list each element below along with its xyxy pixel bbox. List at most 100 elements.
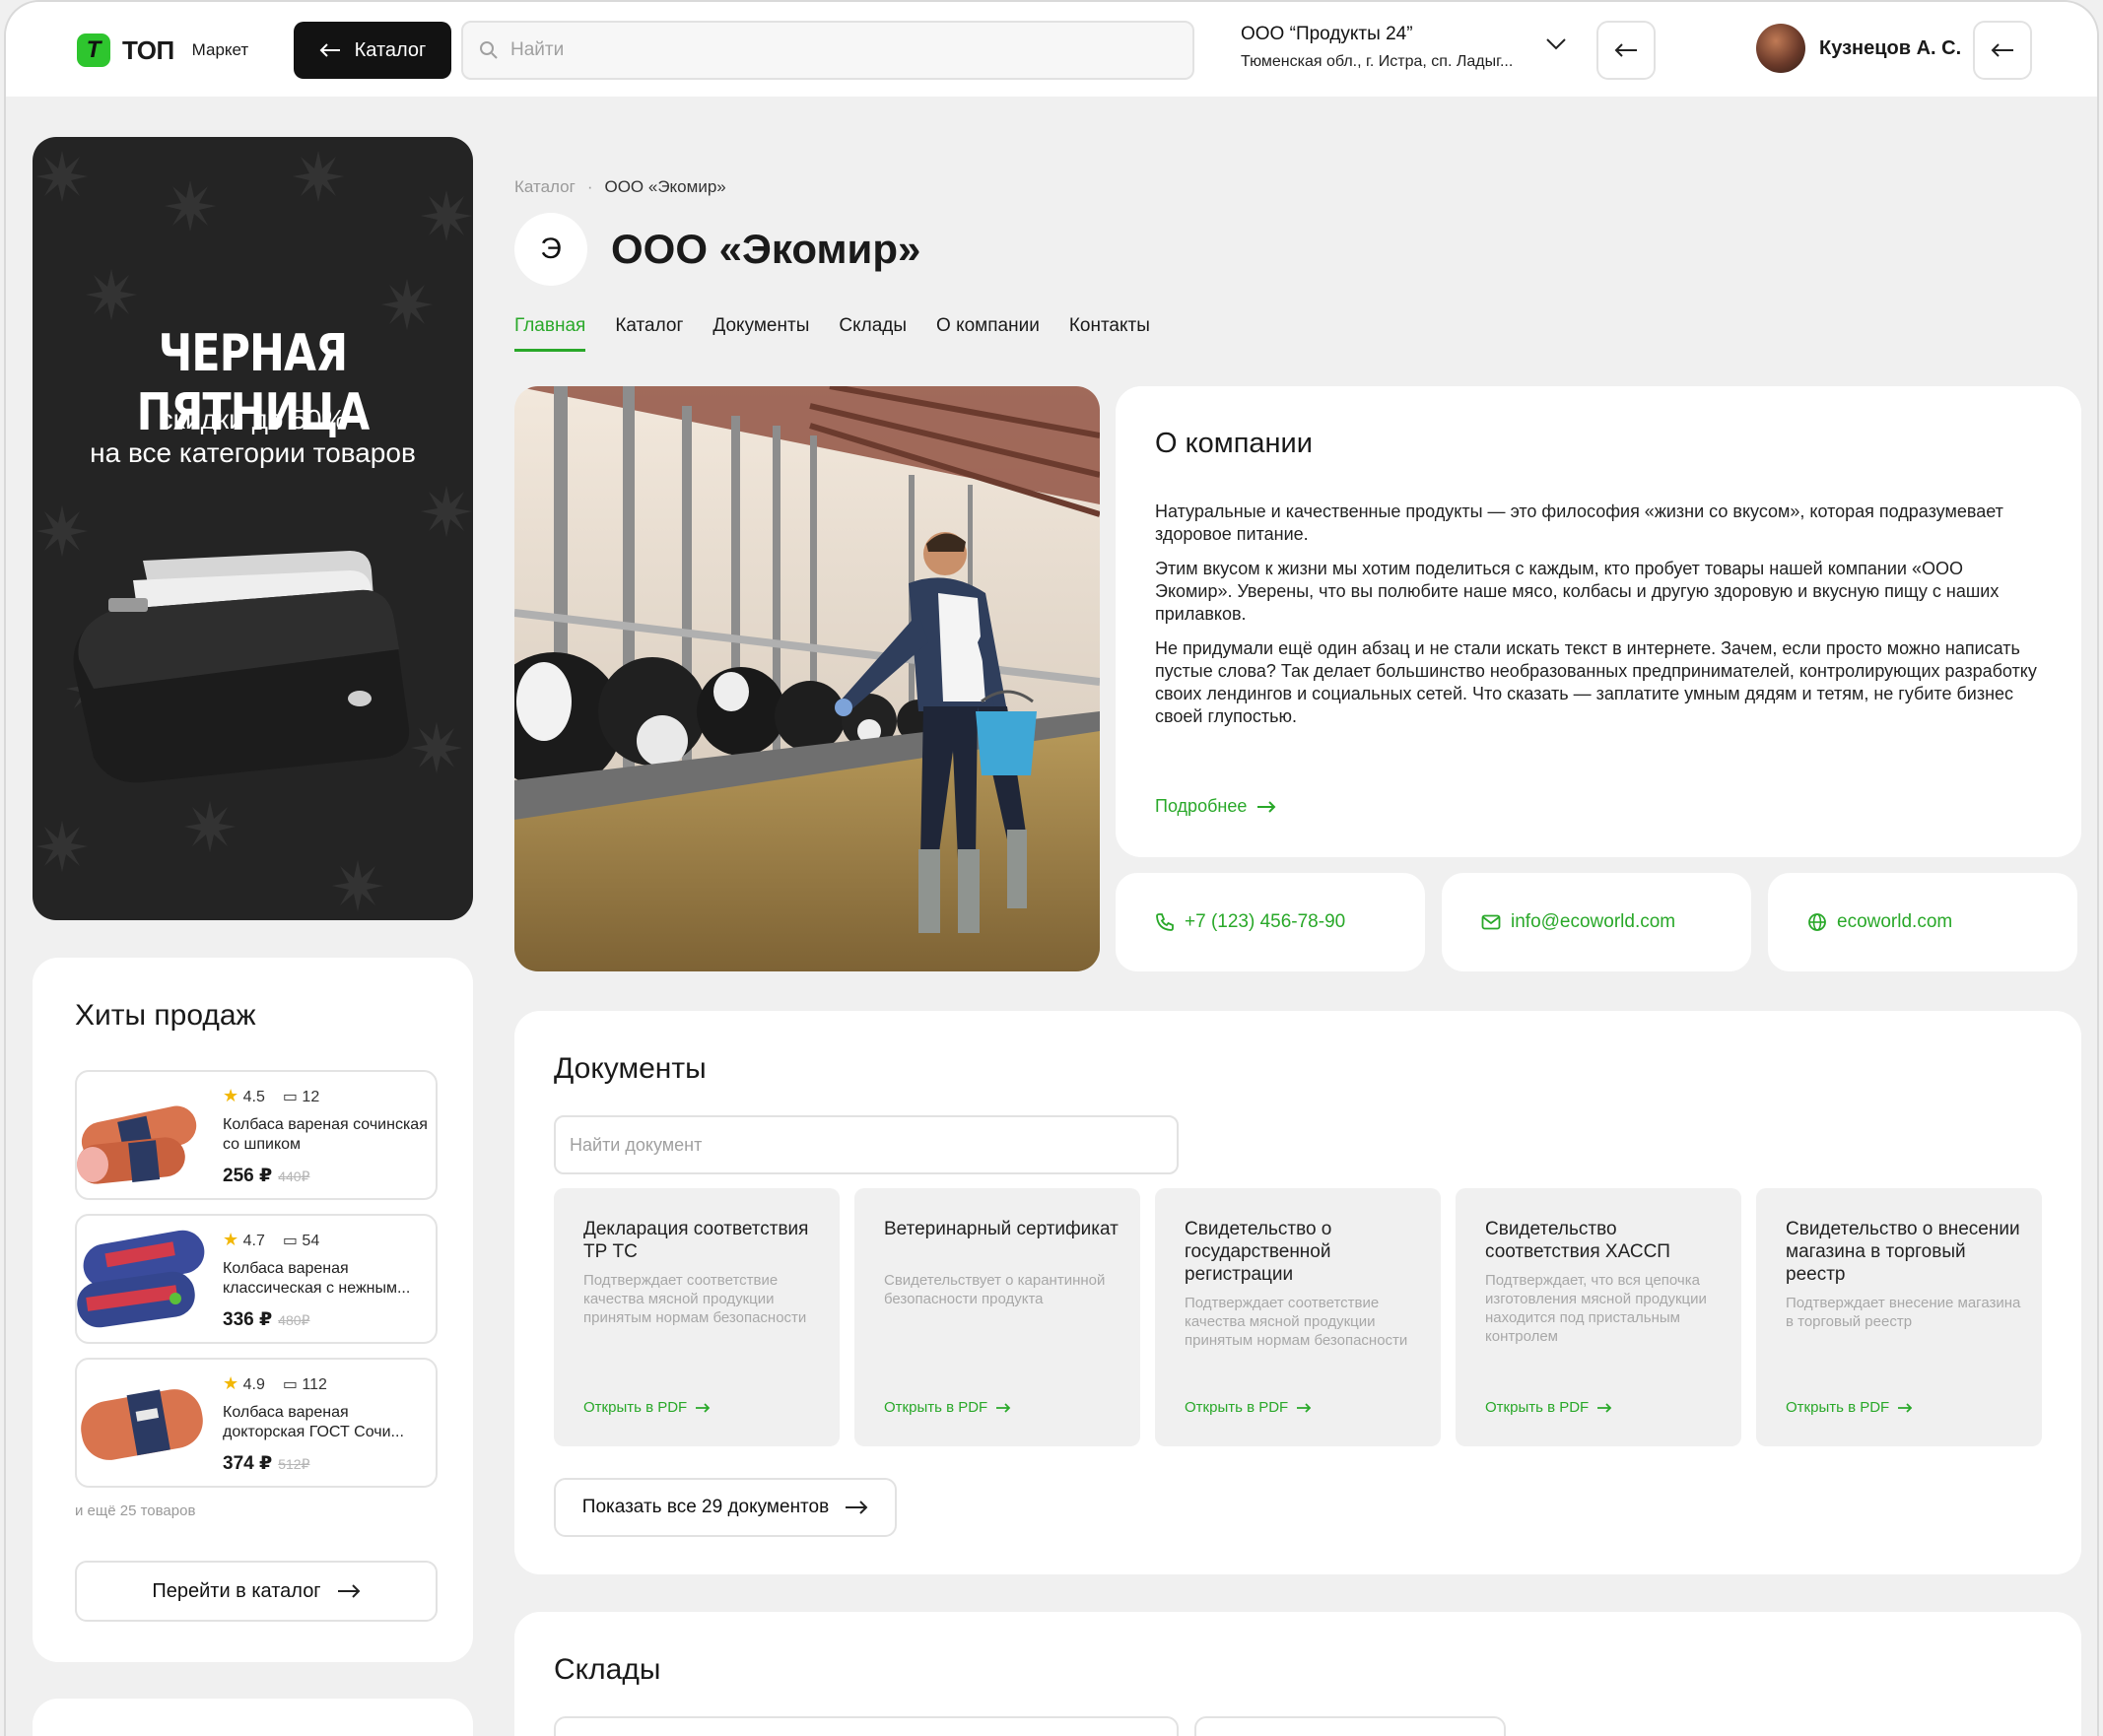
contact-website-text: ecoworld.com bbox=[1837, 911, 1953, 932]
product-card[interactable]: ★ 4.9 ▭ 112 Колбаса вареная докторская Г… bbox=[75, 1358, 438, 1488]
promo-banner[interactable]: ЧЕРНАЯ ПЯТНИЦА скидки до 50% на все кате… bbox=[33, 137, 473, 920]
product-price-current: 374 ₽ bbox=[223, 1453, 273, 1474]
contact-website[interactable]: ecoworld.com bbox=[1768, 873, 2077, 971]
document-card[interactable]: Свидетельство о государственной регистра… bbox=[1155, 1188, 1441, 1446]
star-icon: ★ bbox=[223, 1086, 239, 1105]
chevron-down-icon[interactable] bbox=[1545, 37, 1567, 51]
about-paragraph-1: Натуральные и качественные продукты — эт… bbox=[1155, 501, 2003, 544]
comment-icon: ▭ bbox=[282, 1232, 298, 1249]
product-reviews: 112 bbox=[302, 1375, 327, 1393]
company-photo bbox=[514, 386, 1100, 971]
document-description: Свидетельствует о карантинной безопаснос… bbox=[884, 1272, 1106, 1307]
product-rating: 4.5 bbox=[242, 1089, 265, 1105]
app-window: T ТОП Маркет Каталог ООО “Продукты 24” Т… bbox=[4, 0, 2099, 1736]
user-name: Кузнецов А. С. bbox=[1819, 36, 1962, 59]
document-card[interactable]: Свидетельство соответствия ХАССП Подтвер… bbox=[1456, 1188, 1741, 1446]
product-price-old: 512₽ bbox=[278, 1456, 310, 1472]
open-pdf-link[interactable]: Открыть в PDF bbox=[583, 1399, 711, 1416]
product-name: Колбаса вареная докторская ГОСТ Сочи... bbox=[223, 1404, 404, 1440]
open-pdf-label: Открыть в PDF bbox=[1786, 1399, 1890, 1416]
promo-line-2: на все категории товаров bbox=[90, 437, 416, 468]
contact-phone[interactable]: +7 (123) 456-78-90 bbox=[1116, 873, 1425, 971]
document-title: Декларация соответствия ТР ТС bbox=[583, 1219, 809, 1262]
user-profile[interactable]: Кузнецов А. С. bbox=[1756, 24, 1961, 73]
document-card[interactable]: Декларация соответствия ТР ТС Подтвержда… bbox=[554, 1188, 840, 1446]
document-description: Подтверждает соответствие качества мясно… bbox=[1185, 1295, 1408, 1349]
farm-illustration bbox=[514, 386, 1100, 971]
promo-line-1: скидки до 50% bbox=[159, 404, 347, 434]
open-pdf-link[interactable]: Открыть в PDF bbox=[884, 1399, 1011, 1416]
document-title: Свидетельство о государственной регистра… bbox=[1185, 1219, 1332, 1285]
page-title: ООО «Экомир» bbox=[611, 226, 921, 272]
document-search-input[interactable] bbox=[554, 1115, 1179, 1174]
product-meta: ★ 4.7 ▭ 54 bbox=[223, 1230, 319, 1250]
product-name: Колбаса вареная классическая с нежным... bbox=[223, 1260, 411, 1297]
open-pdf-link[interactable]: Открыть в PDF bbox=[1786, 1399, 1913, 1416]
sausage-image bbox=[77, 1230, 205, 1328]
phone-icon bbox=[1156, 913, 1174, 931]
warehouse-search-field[interactable] bbox=[554, 1716, 1179, 1736]
open-pdf-link[interactable]: Открыть в PDF bbox=[1185, 1399, 1312, 1416]
star-icon: ★ bbox=[223, 1230, 239, 1249]
document-card[interactable]: Ветеринарный сертификат Свидетельствует … bbox=[854, 1188, 1140, 1446]
breadcrumb-current: ООО «Экомир» bbox=[604, 177, 726, 196]
tab-contacts[interactable]: Контакты bbox=[1069, 315, 1150, 352]
go-to-catalog-label: Перейти в каталог bbox=[152, 1579, 321, 1602]
contact-email-text: info@ecoworld.com bbox=[1511, 911, 1676, 932]
wallet-illustration bbox=[73, 551, 410, 783]
product-price-old: 480₽ bbox=[278, 1312, 310, 1328]
read-more-label: Подробнее bbox=[1155, 796, 1248, 816]
show-all-documents-button[interactable]: Показать все 29 документов bbox=[554, 1478, 897, 1537]
warehouses-section: Склады bbox=[514, 1612, 2081, 1736]
organization-name: ООО “Продукты 24” bbox=[1241, 24, 1413, 44]
company-logo: Э bbox=[514, 213, 587, 286]
product-meta: ★ 4.5 ▭ 12 bbox=[223, 1086, 319, 1106]
logo[interactable]: T ТОП Маркет bbox=[77, 33, 248, 67]
contact-email[interactable]: info@ecoworld.com bbox=[1442, 873, 1751, 971]
document-card[interactable]: Свидетельство о внесении магазина в торг… bbox=[1756, 1188, 2042, 1446]
back-button[interactable] bbox=[1596, 21, 1656, 80]
logo-subtext: Маркет bbox=[191, 40, 249, 59]
logout-button[interactable] bbox=[1973, 21, 2032, 80]
go-to-catalog-button[interactable]: Перейти в каталог bbox=[75, 1561, 438, 1622]
document-description: Подтверждает, что вся цепочка изготовлен… bbox=[1485, 1272, 1707, 1345]
document-description: Подтверждает соответствие качества мясно… bbox=[583, 1272, 807, 1326]
read-more-link[interactable]: Подробнее bbox=[1155, 796, 1276, 817]
arrow-right-icon bbox=[996, 1402, 1011, 1413]
about-paragraph-3: Не придумали ещё один абзац и не стали и… bbox=[1155, 638, 2037, 726]
tab-warehouses[interactable]: Склады bbox=[839, 315, 907, 352]
product-rating: 4.7 bbox=[242, 1233, 265, 1249]
logo-mark-icon: T bbox=[77, 33, 110, 67]
about-title: О компании bbox=[1155, 428, 1313, 459]
document-title: Ветеринарный сертификат bbox=[884, 1219, 1119, 1239]
product-price-old: 440₽ bbox=[278, 1168, 310, 1184]
document-title: Свидетельство соответствия ХАССП bbox=[1485, 1219, 1670, 1262]
catalog-button-label: Каталог bbox=[354, 38, 427, 61]
organization-selector[interactable]: ООО “Продукты 24” Тюменская обл., г. Ист… bbox=[1241, 24, 1576, 71]
open-pdf-link[interactable]: Открыть в PDF bbox=[1485, 1399, 1612, 1416]
star-icon: ★ bbox=[223, 1373, 239, 1393]
tab-documents[interactable]: Документы bbox=[712, 315, 809, 352]
product-reviews: 12 bbox=[302, 1088, 320, 1105]
product-card[interactable]: ★ 4.5 ▭ 12 Колбаса вареная сочинская со … bbox=[75, 1070, 438, 1200]
sausage-image bbox=[77, 1105, 197, 1184]
contact-phone-text: +7 (123) 456-78-90 bbox=[1185, 911, 1346, 932]
comment-icon: ▭ bbox=[282, 1375, 298, 1393]
arrow-right-icon bbox=[696, 1402, 711, 1413]
product-rating: 4.9 bbox=[242, 1376, 265, 1393]
tab-about[interactable]: О компании bbox=[936, 315, 1040, 352]
product-card[interactable]: ★ 4.7 ▭ 54 Колбаса вареная классическая … bbox=[75, 1214, 438, 1344]
starburst-pattern bbox=[36, 151, 472, 911]
more-products-note: и ещё 25 товаров bbox=[75, 1502, 196, 1519]
product-price-current: 336 ₽ bbox=[223, 1309, 273, 1330]
tab-catalog[interactable]: Каталог bbox=[615, 315, 683, 352]
search-input[interactable] bbox=[510, 39, 1153, 61]
promo-subtitle: скидки до 50% на все категории товаров bbox=[33, 403, 473, 470]
warehouse-filter-field[interactable] bbox=[1194, 1716, 1506, 1736]
globe-icon bbox=[1808, 913, 1826, 931]
breadcrumb-root[interactable]: Каталог bbox=[514, 177, 576, 197]
open-pdf-label: Открыть в PDF bbox=[1485, 1399, 1590, 1416]
tab-main[interactable]: Главная bbox=[514, 315, 586, 352]
catalog-button[interactable]: Каталог bbox=[294, 22, 451, 79]
warehouses-title: Склады bbox=[554, 1653, 661, 1686]
